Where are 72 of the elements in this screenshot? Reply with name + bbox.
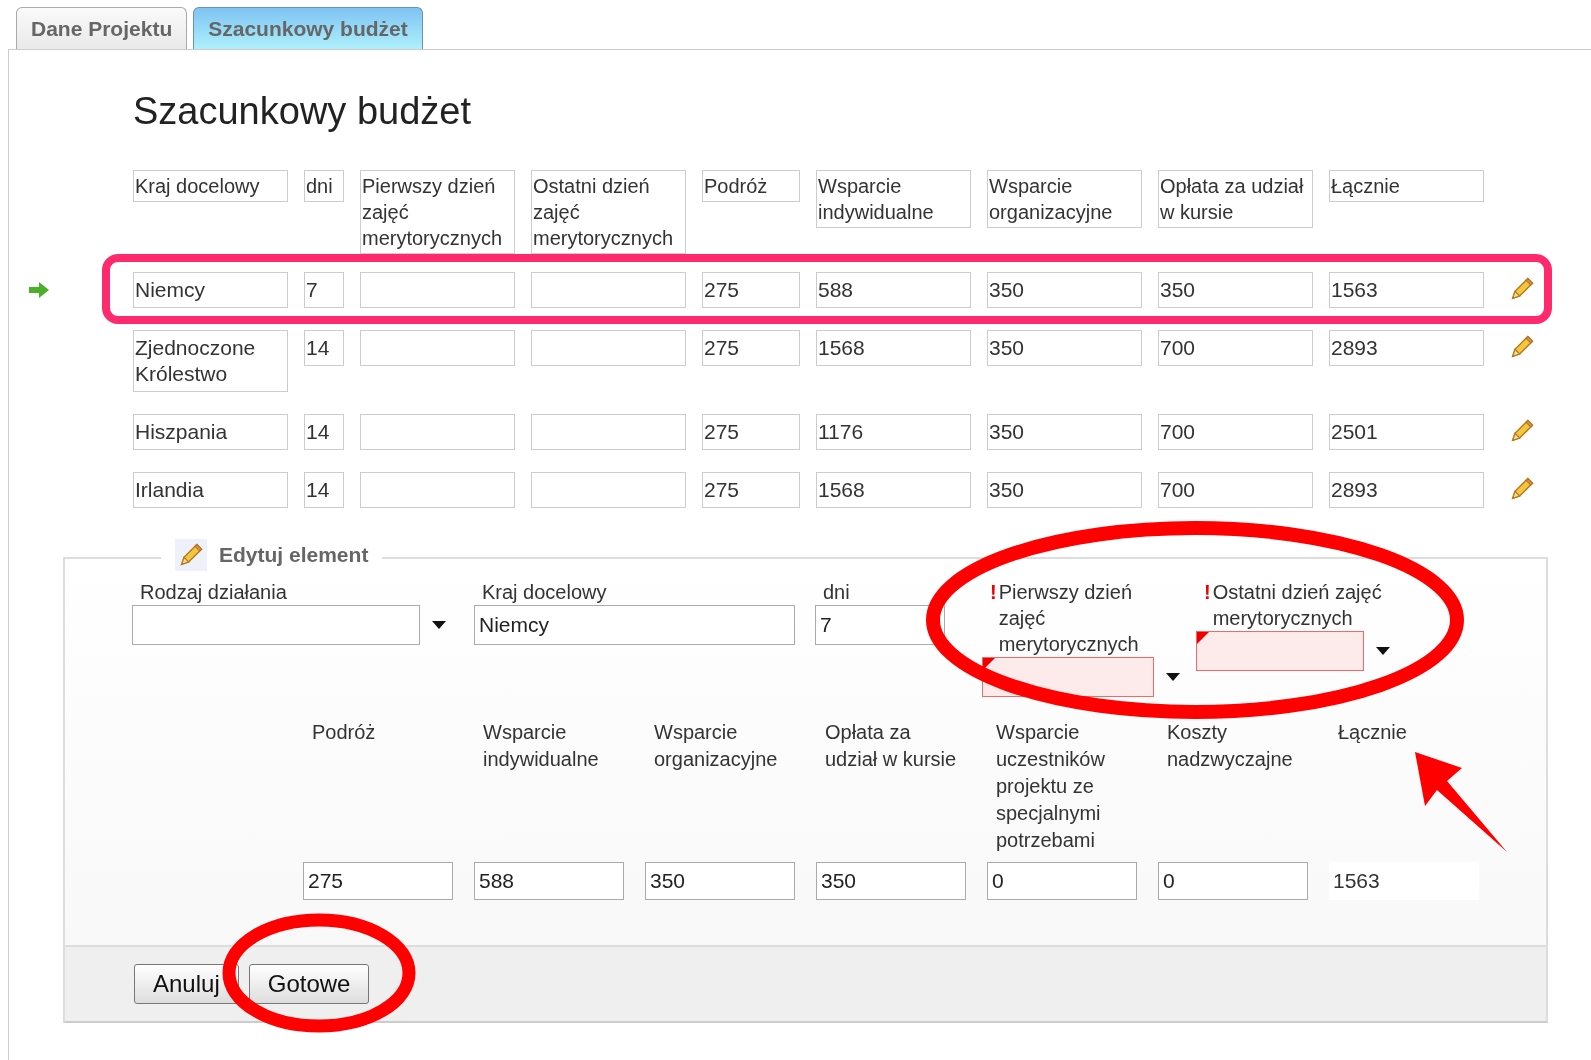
input-field[interactable]: 350 bbox=[816, 862, 966, 900]
input-field[interactable]: 0 bbox=[1158, 862, 1308, 900]
date-field[interactable] bbox=[1196, 631, 1364, 671]
error-corner-icon bbox=[983, 658, 995, 670]
table-cell: 1563 bbox=[1329, 272, 1484, 308]
field-label: Ostatni dzień zajęć merytorycznych bbox=[1212, 580, 1383, 631]
input-field[interactable]: 275 bbox=[303, 862, 453, 900]
table-cell: 350 bbox=[987, 414, 1142, 450]
table-cell: 350 bbox=[1158, 272, 1313, 308]
table-cell: 275 bbox=[702, 414, 800, 450]
field-label: Łącznie bbox=[1338, 721, 1407, 743]
tab[interactable]: Dane Projektu bbox=[16, 7, 188, 49]
required-mark: ! bbox=[990, 580, 997, 605]
column-header: Łącznie bbox=[1329, 170, 1484, 202]
table-cell: 14 bbox=[304, 330, 344, 366]
table-cell: Irlandia bbox=[133, 472, 288, 508]
dropdown-field[interactable] bbox=[132, 605, 420, 645]
table-cell: 275 bbox=[702, 472, 800, 508]
table-cell: 7 bbox=[304, 272, 344, 308]
table-cell: Hiszpania bbox=[133, 414, 288, 450]
column-header: Kraj docelowy bbox=[133, 170, 288, 202]
input-field[interactable]: 588 bbox=[474, 862, 624, 900]
legend-text: Edytuj element bbox=[219, 542, 369, 569]
column-header: Wsparcie indywidualne bbox=[816, 170, 971, 228]
column-header: Opłata za udział w kursie bbox=[1158, 170, 1313, 228]
input-field[interactable]: 0 bbox=[987, 862, 1137, 900]
table-cell: Niemcy bbox=[133, 272, 288, 308]
required-mark: ! bbox=[1204, 580, 1211, 605]
table-cell: 700 bbox=[1158, 472, 1313, 508]
table-cell: 700 bbox=[1158, 414, 1313, 450]
field-label: dni bbox=[823, 580, 850, 605]
field-label: Pierwszy dzień zajęć merytorycznych bbox=[998, 580, 1140, 657]
table-cell: 1568 bbox=[816, 330, 971, 366]
field-label: Opłata za udział w kursie bbox=[825, 721, 957, 770]
column-header: Podróż bbox=[702, 170, 800, 202]
column-header: dni bbox=[304, 170, 344, 202]
table-cell: 350 bbox=[987, 472, 1142, 508]
dialog-button[interactable]: Anuluj bbox=[134, 964, 239, 1004]
field-label: Podróż bbox=[312, 721, 376, 743]
caret-icon[interactable] bbox=[1376, 647, 1390, 655]
column-header: Ostatni dzień zajęć merytorycznych bbox=[531, 170, 686, 254]
table-cell: 1568 bbox=[816, 472, 971, 508]
field-label: Wsparcie uczestników projektu ze specjalnymi potrzebami bbox=[996, 721, 1105, 851]
field-label: Kraj docelowy bbox=[482, 580, 607, 605]
table-cell: 350 bbox=[987, 330, 1142, 366]
caret-icon[interactable] bbox=[432, 621, 446, 629]
table-cell: 2893 bbox=[1329, 330, 1484, 366]
dialog-button[interactable]: Gotowe bbox=[248, 964, 370, 1004]
input-field[interactable]: Niemcy bbox=[474, 605, 795, 645]
table-cell: 350 bbox=[987, 272, 1142, 308]
table-cell: 1176 bbox=[816, 414, 971, 450]
field-label: Rodzaj działania bbox=[140, 580, 287, 605]
column-header: Wsparcie organizacyjne bbox=[987, 170, 1142, 228]
field-label: Koszty nadzwyczajne bbox=[1167, 721, 1293, 770]
total-value: 1563 bbox=[1329, 862, 1479, 900]
table-cell: 14 bbox=[304, 414, 344, 450]
error-corner-icon bbox=[1197, 632, 1209, 644]
table-cell: 275 bbox=[702, 330, 800, 366]
table-cell: 2501 bbox=[1329, 414, 1484, 450]
table-cell: Zjednoczone Królestwo bbox=[133, 330, 288, 392]
field-label: Wsparcie organizacyjne bbox=[654, 721, 778, 770]
tab[interactable]: Szacunkowy budżet bbox=[193, 7, 423, 49]
column-header: Pierwszy dzień zajęć merytorycznych bbox=[360, 170, 515, 254]
field-label: Wsparcie indywidualne bbox=[483, 721, 599, 770]
table-cell: 588 bbox=[816, 272, 971, 308]
input-field[interactable]: 350 bbox=[645, 862, 795, 900]
table-cell: 700 bbox=[1158, 330, 1313, 366]
table-cell: 275 bbox=[702, 272, 800, 308]
caret-icon[interactable] bbox=[1166, 673, 1180, 681]
page-title: Szacunkowy budżet bbox=[133, 89, 472, 134]
table-cell: 2893 bbox=[1329, 472, 1484, 508]
table-cell: 14 bbox=[304, 472, 344, 508]
